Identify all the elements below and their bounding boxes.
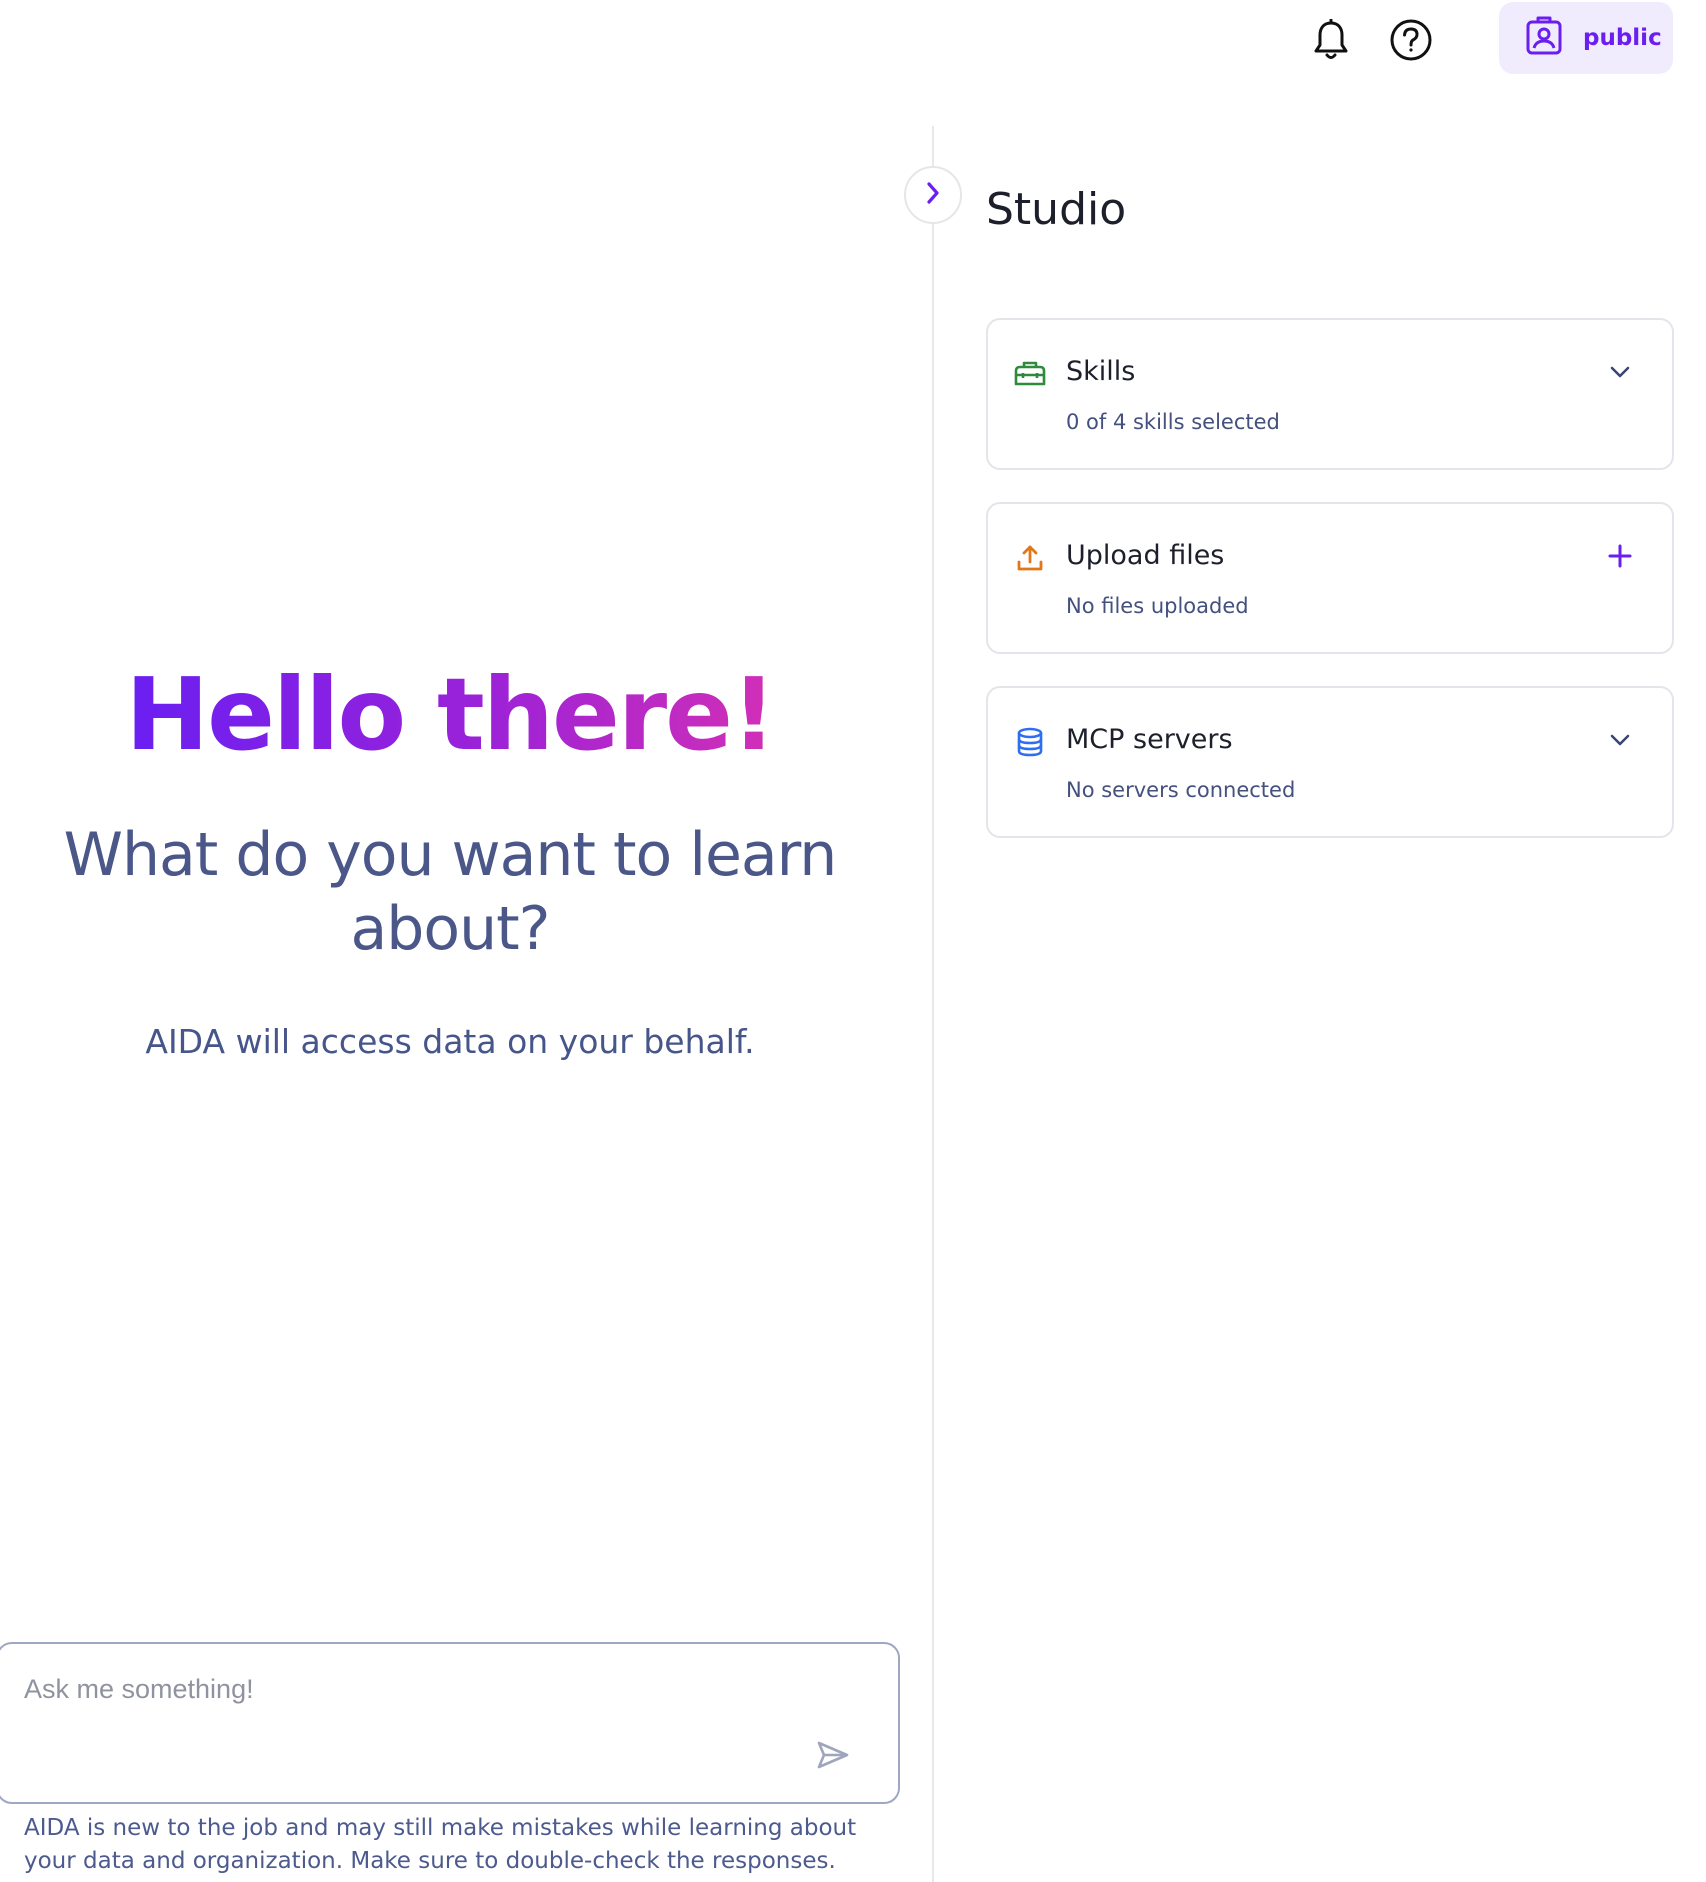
skills-subtitle: 0 of 4 skills selected xyxy=(1066,410,1280,434)
chat-disclaimer: AIDA is new to the job and may still mak… xyxy=(24,1815,857,1874)
chat-composer xyxy=(0,1642,900,1804)
upload-icon xyxy=(1014,542,1046,574)
upload-files-subtitle: No files uploaded xyxy=(1066,594,1249,618)
send-button[interactable] xyxy=(812,1736,854,1778)
chevron-right-icon xyxy=(923,181,943,209)
question-circle-icon[interactable] xyxy=(1385,14,1437,66)
upload-files-card[interactable]: Upload files No files uploaded xyxy=(986,502,1674,654)
plus-icon[interactable] xyxy=(1602,538,1638,574)
collapse-studio-button[interactable] xyxy=(904,166,962,224)
user-menu-button[interactable]: public xyxy=(1499,2,1673,74)
mcp-servers-subtitle: No servers connected xyxy=(1066,778,1296,802)
hero-subtitle: AIDA will access data on your behalf. xyxy=(145,1022,755,1061)
mcp-servers-card[interactable]: MCP servers No servers connected xyxy=(986,686,1674,838)
chevron-down-icon[interactable] xyxy=(1602,354,1638,390)
chat-input[interactable] xyxy=(24,1674,784,1705)
toolbox-icon xyxy=(1014,358,1046,390)
upload-files-title: Upload files xyxy=(1066,540,1225,571)
bell-icon[interactable] xyxy=(1305,14,1357,66)
skills-card[interactable]: Skills 0 of 4 skills selected xyxy=(986,318,1674,470)
studio-title: Studio xyxy=(986,184,1127,235)
question-heading: What do you want to learn about? xyxy=(63,820,838,964)
send-icon xyxy=(817,1741,849,1773)
chevron-down-icon[interactable] xyxy=(1602,722,1638,758)
skills-title: Skills xyxy=(1066,356,1136,387)
greeting-heading: Hello there! xyxy=(125,656,776,773)
database-icon xyxy=(1014,726,1046,758)
panel-divider xyxy=(932,126,934,1882)
mcp-servers-title: MCP servers xyxy=(1066,724,1233,755)
user-name-label: public xyxy=(1583,25,1662,51)
id-badge-icon xyxy=(1525,16,1563,60)
